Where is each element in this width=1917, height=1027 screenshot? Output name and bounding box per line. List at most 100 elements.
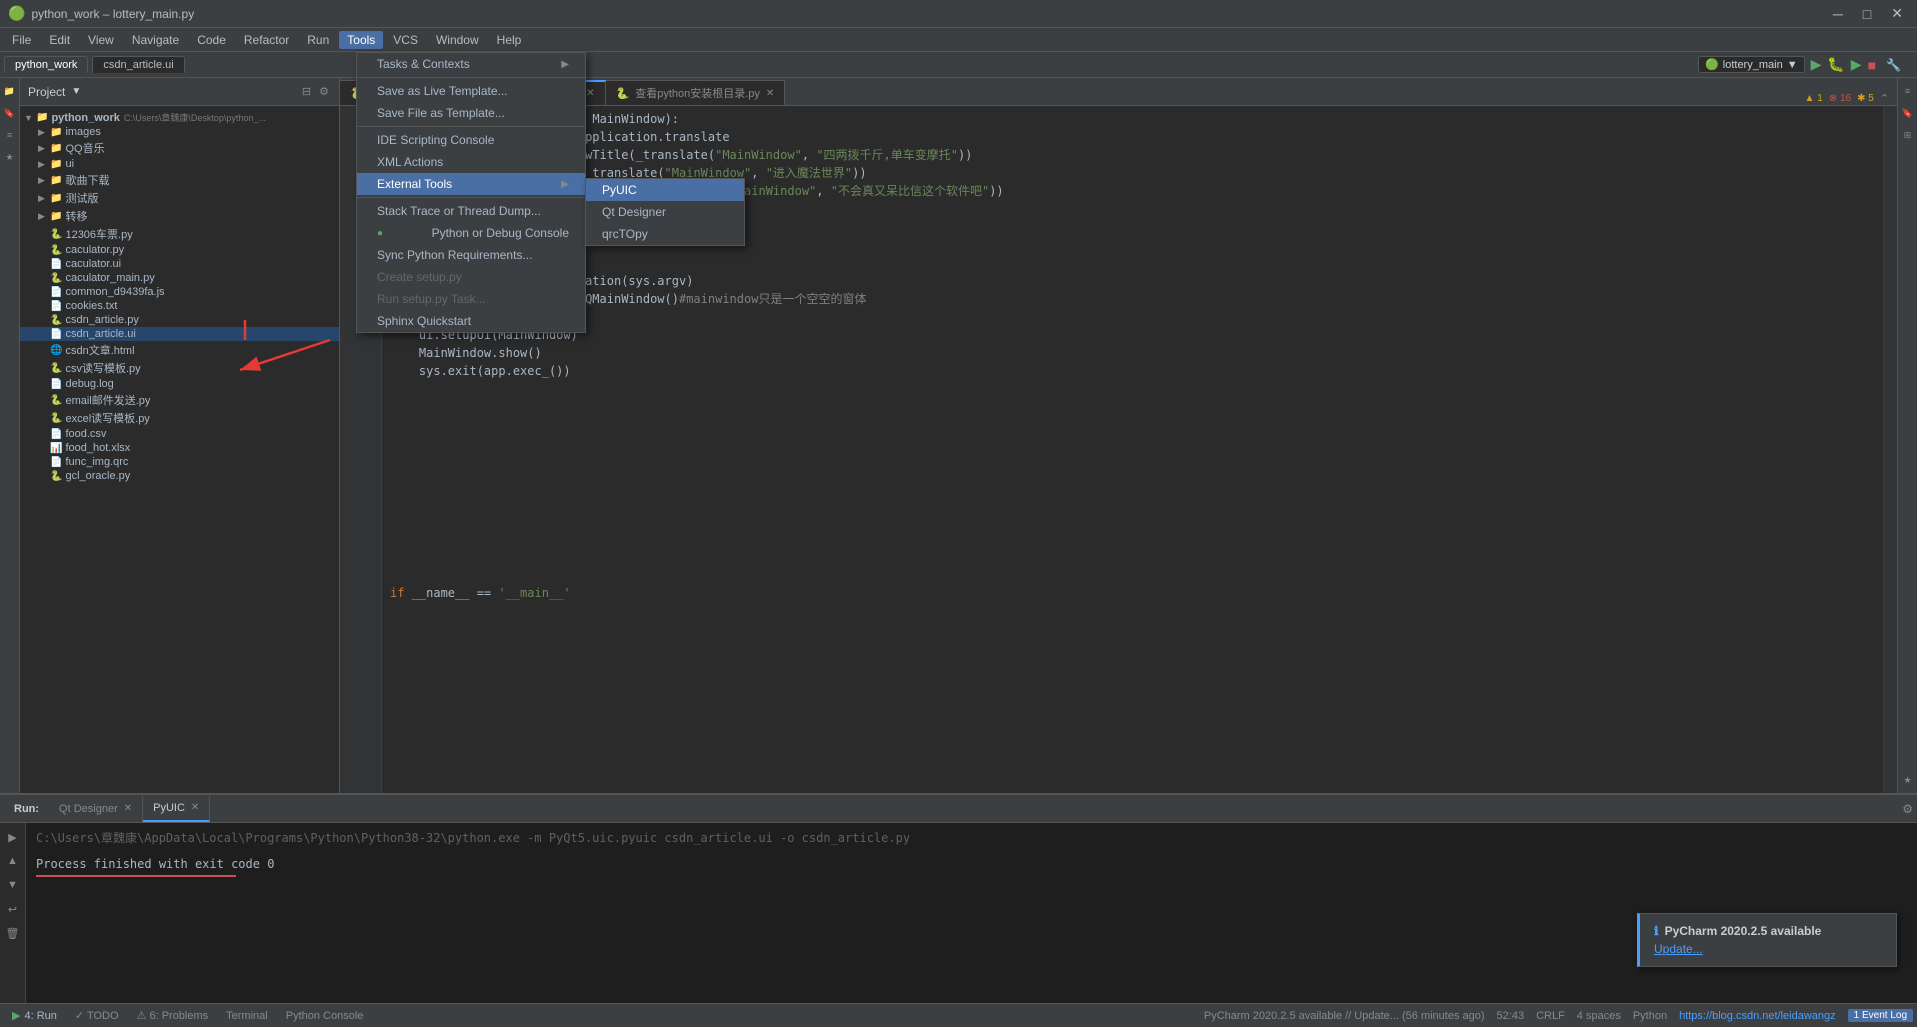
close-button[interactable]: ✕	[1885, 3, 1909, 24]
tools-external[interactable]: External Tools ▶	[357, 173, 585, 195]
clear-button[interactable]: 🗑	[3, 923, 23, 943]
settings-button[interactable]: ⚙	[317, 84, 331, 99]
run-result: Process finished with exit code 0	[36, 855, 1907, 877]
tree-item-cookies[interactable]: 📄cookies.txt	[20, 299, 339, 313]
tools-sep1	[357, 77, 585, 78]
tools-sphinx[interactable]: Sphinx Quickstart	[357, 310, 585, 332]
menu-file[interactable]: File	[4, 31, 39, 49]
menu-tools[interactable]: Tools	[339, 31, 383, 49]
menu-edit[interactable]: Edit	[41, 31, 78, 49]
hierarchy-icon[interactable]: ⊞	[1899, 126, 1917, 144]
tree-item-transfer[interactable]: ▶📁转移	[20, 207, 339, 225]
tab-label-py: 查看python安装根目录.py	[635, 85, 760, 101]
menu-vcs[interactable]: VCS	[385, 31, 426, 49]
run-left-tools: ▶ ▲ ▼ ↩ 🗑	[0, 823, 26, 1003]
scroll-up-button[interactable]: ▲	[3, 851, 23, 871]
submenu-qrctopy[interactable]: qrcTOpy	[586, 223, 744, 245]
menu-refactor[interactable]: Refactor	[236, 31, 297, 49]
tree-item-qq[interactable]: ▶📁QQ音乐	[20, 139, 339, 157]
run-panel-settings[interactable]: ⚙	[1902, 802, 1913, 816]
project-tab-python-work[interactable]: python_work	[4, 56, 88, 73]
qtdesigner-tab-close[interactable]: ✕	[124, 803, 132, 814]
structure-icon-right[interactable]: ≡	[1899, 82, 1917, 100]
run-config-label: lottery_main	[1723, 59, 1783, 71]
status-indent: 4 spaces	[1577, 1010, 1621, 1022]
project-tab-csdn[interactable]: csdn_article.ui	[92, 56, 184, 73]
tree-item-ui[interactable]: ▶📁ui	[20, 157, 339, 171]
tree-root[interactable]: ▼ 📁 python_work C:\Users\章魏康\Desktop\pyt…	[20, 110, 339, 125]
run-config-selector[interactable]: 🟢 lottery_main ▼	[1698, 56, 1805, 73]
expand-icon[interactable]: ⌃	[1880, 92, 1889, 105]
wrap-button[interactable]: ↩	[3, 899, 23, 919]
tree-item-images[interactable]: ▶📁images	[20, 125, 339, 139]
structure-icon[interactable]: ≡	[1, 126, 19, 144]
tree-item-common[interactable]: 📄common_d9439fa.js	[20, 285, 339, 299]
pyuic-tab-close[interactable]: ✕	[191, 802, 199, 813]
menu-bar: File Edit View Navigate Code Refactor Ru…	[0, 28, 1917, 52]
tools-save-live[interactable]: Save as Live Template...	[357, 80, 585, 102]
run-button[interactable]: ▶	[1811, 56, 1822, 73]
scroll-down-button[interactable]: ▼	[3, 875, 23, 895]
editor-scrollbar[interactable]	[1883, 106, 1897, 793]
tree-item-food-xlsx[interactable]: 📊food_hot.xlsx	[20, 441, 339, 455]
tree-item-csdn-html[interactable]: 🌐csdn文章.html	[20, 341, 339, 359]
tools-sync-python[interactable]: Sync Python Requirements...	[357, 244, 585, 266]
menu-help[interactable]: Help	[489, 31, 530, 49]
debug-button[interactable]: 🐛	[1827, 56, 1844, 73]
menu-view[interactable]: View	[80, 31, 122, 49]
run-again-button[interactable]: ▶	[3, 827, 23, 847]
tree-item-gcl[interactable]: 🐍gcl_oracle.py	[20, 469, 339, 483]
tab-python-console[interactable]: Python Console	[278, 1008, 372, 1024]
tree-item-func-qrc[interactable]: 📄func_img.qrc	[20, 455, 339, 469]
stop-button[interactable]: ■	[1868, 57, 1876, 73]
menu-code[interactable]: Code	[189, 31, 234, 49]
status-link[interactable]: https://blog.csdn.net/leidawangz	[1679, 1010, 1836, 1022]
tree-item-debug[interactable]: 📄debug.log	[20, 377, 339, 391]
favorites-icon[interactable]: ★	[1, 148, 19, 166]
tools-ide-scripting[interactable]: IDE Scripting Console	[357, 129, 585, 151]
tab-close-lottery[interactable]: ✕	[586, 88, 594, 99]
collapse-all-button[interactable]: ⊟	[300, 84, 313, 99]
tools-tasks[interactable]: Tasks & Contexts ▶	[357, 53, 585, 75]
maximize-button[interactable]: □	[1857, 3, 1877, 24]
tools-stack-trace[interactable]: Stack Trace or Thread Dump...	[357, 200, 585, 222]
tree-item-calc-main[interactable]: 🐍caculator_main.py	[20, 271, 339, 285]
status-event-log[interactable]: 1 Event Log	[1848, 1009, 1913, 1022]
tree-item-calc-ui[interactable]: 📄caculator.ui	[20, 257, 339, 271]
project-icon[interactable]: 📁	[1, 82, 19, 100]
menu-run[interactable]: Run	[299, 31, 337, 49]
run-tab-pyuic[interactable]: PyUIC ✕	[143, 796, 210, 822]
menu-navigate[interactable]: Navigate	[124, 31, 187, 49]
run-tab-qtdesigner[interactable]: Qt Designer ✕	[49, 796, 143, 822]
tree-item-food-csv[interactable]: 📄food.csv	[20, 427, 339, 441]
submenu-pyuic[interactable]: PyUIC	[586, 179, 744, 201]
tree-item-csdn-py[interactable]: 🐍csdn_article.py	[20, 313, 339, 327]
tree-item-csv[interactable]: 🐍csv读写模板.py	[20, 359, 339, 377]
profile-button[interactable]: 🔧	[1882, 56, 1905, 74]
tree-item-csdn-ui[interactable]: 📄csdn_article.ui	[20, 327, 339, 341]
tab-run[interactable]: ▶ 4: Run	[4, 1007, 65, 1024]
tree-item-songs[interactable]: ▶📁歌曲下载	[20, 171, 339, 189]
bookmark-icon-right[interactable]: 🔖	[1899, 104, 1917, 122]
tree-item-12306[interactable]: 🐍12306车票.py	[20, 225, 339, 243]
tab-todo[interactable]: ✓ TODO	[67, 1007, 127, 1024]
tools-python-console[interactable]: ● Python or Debug Console	[357, 222, 585, 244]
favorites-icon-right[interactable]: ★	[1899, 771, 1917, 789]
tree-item-test[interactable]: ▶📁测试版	[20, 189, 339, 207]
tab-python-install[interactable]: 🐍 查看python安装根目录.py ✕	[606, 80, 786, 105]
tree-item-email[interactable]: 🐍email邮件发送.py	[20, 391, 339, 409]
pyuic-tab-label: PyUIC	[153, 802, 185, 814]
minimize-button[interactable]: ─	[1827, 3, 1849, 24]
bookmark-icon[interactable]: 🔖	[1, 104, 19, 122]
submenu-qtdesigner[interactable]: Qt Designer	[586, 201, 744, 223]
tab-close-py[interactable]: ✕	[766, 88, 774, 99]
tools-xml[interactable]: XML Actions	[357, 151, 585, 173]
menu-window[interactable]: Window	[428, 31, 487, 49]
tree-item-excel[interactable]: 🐍excel读写模板.py	[20, 409, 339, 427]
tab-terminal[interactable]: Terminal	[218, 1008, 276, 1024]
run-panel-content: ▶ ▲ ▼ ↩ 🗑 C:\Users\章魏康\AppData\Local\Pro…	[0, 823, 1917, 1003]
tools-save-file[interactable]: Save File as Template...	[357, 102, 585, 124]
tab-problems[interactable]: ⚠ 6: Problems	[129, 1007, 217, 1024]
coverage-button[interactable]: ▶	[1851, 56, 1862, 73]
tree-item-calc[interactable]: 🐍caculator.py	[20, 243, 339, 257]
